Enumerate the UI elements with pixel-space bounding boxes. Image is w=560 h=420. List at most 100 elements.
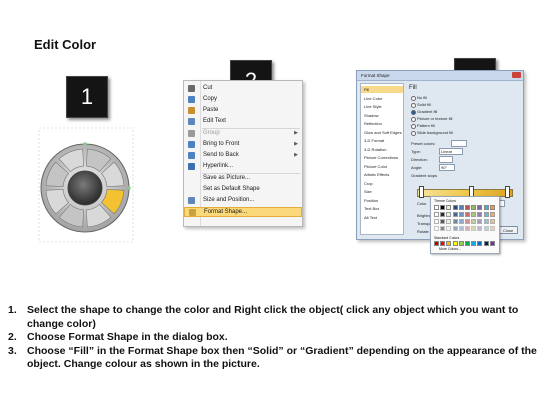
color-swatch[interactable] bbox=[452, 212, 458, 217]
nav-item[interactable]: Picture Corrections bbox=[361, 154, 403, 161]
color-swatch[interactable] bbox=[483, 205, 489, 210]
nav-item[interactable]: Line Color bbox=[361, 95, 403, 102]
color-swatch[interactable] bbox=[477, 226, 483, 231]
nav-item[interactable]: Picture Color bbox=[361, 163, 403, 170]
close-button[interactable]: Close bbox=[498, 226, 518, 234]
color-swatch[interactable] bbox=[446, 226, 452, 231]
donut-shape[interactable] bbox=[30, 120, 140, 246]
menu-item[interactable]: Edit Text bbox=[184, 117, 302, 127]
color-swatch[interactable] bbox=[477, 212, 483, 217]
color-swatch[interactable] bbox=[434, 241, 439, 246]
nav-item[interactable]: Size bbox=[361, 188, 403, 195]
menu-item[interactable]: Paste bbox=[184, 106, 302, 116]
menu-item[interactable]: Cut bbox=[184, 84, 302, 94]
color-swatch[interactable] bbox=[489, 226, 495, 231]
color-swatch[interactable] bbox=[465, 226, 470, 231]
menu-item[interactable]: Copy bbox=[184, 95, 302, 105]
color-swatch[interactable] bbox=[477, 241, 483, 246]
fill-radio[interactable] bbox=[411, 117, 416, 122]
menu-item[interactable]: Set as Default Shape bbox=[184, 185, 302, 195]
color-swatch[interactable] bbox=[440, 226, 446, 231]
nav-item[interactable]: Artistic Effects bbox=[361, 171, 403, 178]
more-colors-link[interactable]: More Colors... bbox=[439, 247, 461, 251]
menu-item[interactable]: Hyperlink... bbox=[184, 162, 302, 172]
color-swatch[interactable] bbox=[440, 219, 446, 224]
rotate-handle[interactable] bbox=[83, 142, 87, 146]
nav-item[interactable]: Shadow bbox=[361, 112, 403, 119]
menu-item[interactable]: Format Shape... bbox=[184, 207, 302, 217]
menu-item-label: Save as Picture... bbox=[203, 175, 251, 181]
type-dropdown[interactable]: Linear bbox=[439, 148, 463, 155]
nav-item[interactable]: Glow and Soft Edges bbox=[361, 129, 403, 136]
color-swatch[interactable] bbox=[440, 205, 446, 210]
color-swatch[interactable] bbox=[452, 226, 458, 231]
color-swatch[interactable] bbox=[446, 212, 452, 217]
nav-item[interactable]: Reflection bbox=[361, 120, 403, 127]
fill-radio[interactable] bbox=[411, 96, 416, 101]
nav-item[interactable]: Fill bbox=[361, 86, 403, 93]
menu-item[interactable]: Size and Position... bbox=[184, 196, 302, 206]
menu-item[interactable]: Save as Picture... bbox=[184, 174, 302, 184]
color-swatch[interactable] bbox=[483, 226, 489, 231]
preset-dropdown[interactable] bbox=[451, 140, 467, 147]
format-shape-icon bbox=[189, 209, 196, 216]
color-swatch[interactable] bbox=[452, 241, 458, 246]
color-swatch[interactable] bbox=[434, 226, 439, 231]
close-icon[interactable] bbox=[512, 72, 521, 78]
edit-text-icon bbox=[188, 118, 195, 125]
color-swatch[interactable] bbox=[489, 219, 495, 224]
nav-item[interactable]: Line Style bbox=[361, 103, 403, 110]
color-swatch[interactable] bbox=[489, 205, 495, 210]
menu-item[interactable]: Bring to Front ▶ bbox=[184, 140, 302, 150]
gradient-stop[interactable] bbox=[419, 186, 424, 198]
menu-item[interactable]: Group ▶ bbox=[184, 129, 302, 139]
color-swatch[interactable] bbox=[452, 219, 458, 224]
color-swatch[interactable] bbox=[471, 219, 477, 224]
color-swatch[interactable] bbox=[446, 205, 452, 210]
color-swatch[interactable] bbox=[471, 212, 477, 217]
nav-item[interactable]: Text Box bbox=[361, 205, 403, 212]
angle-input[interactable]: 90° bbox=[439, 164, 455, 171]
color-swatch[interactable] bbox=[489, 212, 495, 217]
color-swatch[interactable] bbox=[434, 212, 439, 217]
menu-item[interactable]: Send to Back ▶ bbox=[184, 151, 302, 161]
color-swatch[interactable] bbox=[446, 219, 452, 224]
color-swatch[interactable] bbox=[465, 205, 470, 210]
fill-radio[interactable] bbox=[411, 103, 416, 108]
color-swatch[interactable] bbox=[471, 226, 477, 231]
color-swatch[interactable] bbox=[489, 241, 495, 246]
color-swatch[interactable] bbox=[471, 241, 477, 246]
color-swatch[interactable] bbox=[440, 212, 446, 217]
color-swatch[interactable] bbox=[465, 212, 470, 217]
color-swatch[interactable] bbox=[471, 205, 477, 210]
resize-handle[interactable] bbox=[127, 186, 131, 190]
color-swatch[interactable] bbox=[483, 219, 489, 224]
fill-radio[interactable] bbox=[411, 124, 416, 129]
color-swatch[interactable] bbox=[440, 241, 446, 246]
color-swatch[interactable] bbox=[458, 205, 464, 210]
color-swatch[interactable] bbox=[465, 219, 470, 224]
color-swatch[interactable] bbox=[446, 241, 452, 246]
bring-front-icon bbox=[188, 141, 195, 148]
color-swatch[interactable] bbox=[458, 226, 464, 231]
nav-item[interactable]: 3-D Rotation bbox=[361, 146, 403, 153]
color-swatch[interactable] bbox=[477, 205, 483, 210]
nav-item[interactable]: Position bbox=[361, 197, 403, 204]
nav-item[interactable]: 3-D Format bbox=[361, 137, 403, 144]
color-swatch[interactable] bbox=[483, 241, 489, 246]
color-swatch[interactable] bbox=[458, 241, 464, 246]
color-swatch[interactable] bbox=[458, 212, 464, 217]
color-swatch[interactable] bbox=[458, 219, 464, 224]
gradient-stop[interactable] bbox=[505, 186, 510, 198]
fill-radio[interactable] bbox=[411, 131, 416, 136]
fill-radio[interactable] bbox=[411, 110, 416, 115]
color-swatch[interactable] bbox=[434, 205, 439, 210]
nav-item[interactable]: Crop bbox=[361, 180, 403, 187]
color-swatch[interactable] bbox=[434, 219, 439, 224]
color-swatch[interactable] bbox=[452, 205, 458, 210]
color-swatch[interactable] bbox=[465, 241, 470, 246]
color-swatch[interactable] bbox=[477, 219, 483, 224]
direction-dropdown[interactable] bbox=[439, 156, 453, 163]
color-swatch[interactable] bbox=[483, 212, 489, 217]
nav-item[interactable]: Alt Text bbox=[361, 214, 403, 221]
